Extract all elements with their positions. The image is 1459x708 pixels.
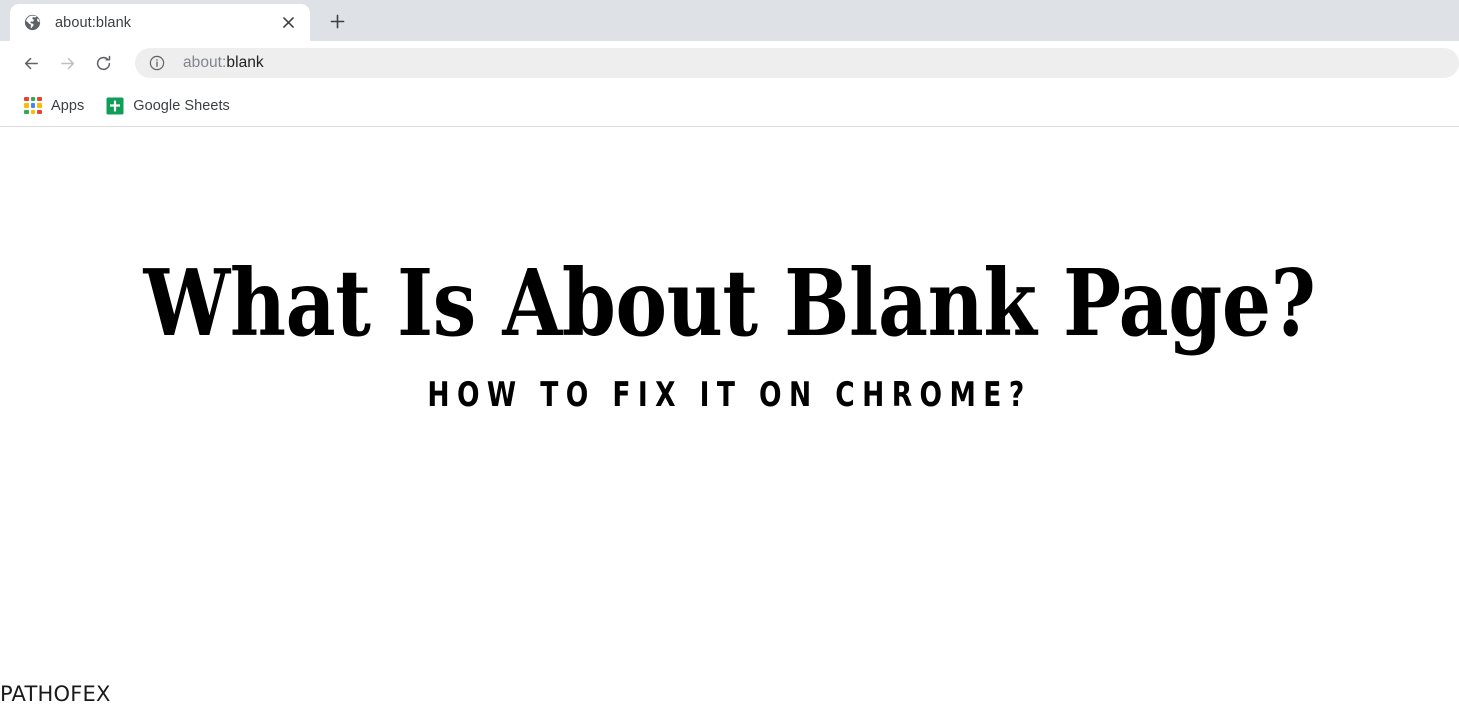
apps-grid-icon — [24, 96, 42, 115]
page-title: What Is About Blank Page? — [143, 249, 1316, 357]
page-content: What Is About Blank Page? HOW TO FIX IT … — [0, 127, 1459, 708]
tab-strip: about:blank — [0, 0, 1459, 41]
browser-window: about:blank about:blank Apps Google Shee… — [0, 0, 1459, 708]
tab-title: about:blank — [55, 14, 132, 31]
page-subtitle: HOW TO FIX IT ON CHROME? — [427, 374, 1032, 415]
new-tab-button[interactable] — [320, 6, 354, 36]
reload-icon — [96, 55, 110, 70]
arrow-right-icon — [60, 57, 74, 69]
url-scheme: about: — [183, 54, 227, 71]
bookmark-google-sheets[interactable]: Google Sheets — [98, 92, 238, 120]
globe-icon — [24, 14, 41, 31]
tab-about-blank[interactable]: about:blank — [10, 4, 310, 41]
bookmark-label: Apps — [51, 97, 85, 114]
url-path: blank — [226, 54, 264, 71]
bookmarks-bar: Apps Google Sheets — [0, 85, 1459, 127]
hero-section: What Is About Blank Page? HOW TO FIX IT … — [0, 255, 1459, 412]
address-bar-text: about:blank — [183, 54, 264, 72]
bookmark-apps[interactable]: Apps — [16, 92, 92, 120]
arrow-left-icon — [24, 57, 38, 69]
reload-button[interactable] — [85, 45, 121, 81]
google-sheets-icon — [106, 97, 124, 115]
back-button[interactable] — [13, 45, 49, 81]
bookmark-label: Google Sheets — [133, 97, 230, 114]
browser-toolbar: about:blank — [0, 41, 1459, 85]
address-bar[interactable]: about:blank — [135, 48, 1459, 78]
forward-button[interactable] — [49, 45, 85, 81]
watermark-pathofex: PATHOFEX — [0, 682, 111, 706]
close-icon[interactable] — [276, 11, 300, 35]
info-circle-icon[interactable] — [149, 55, 165, 71]
